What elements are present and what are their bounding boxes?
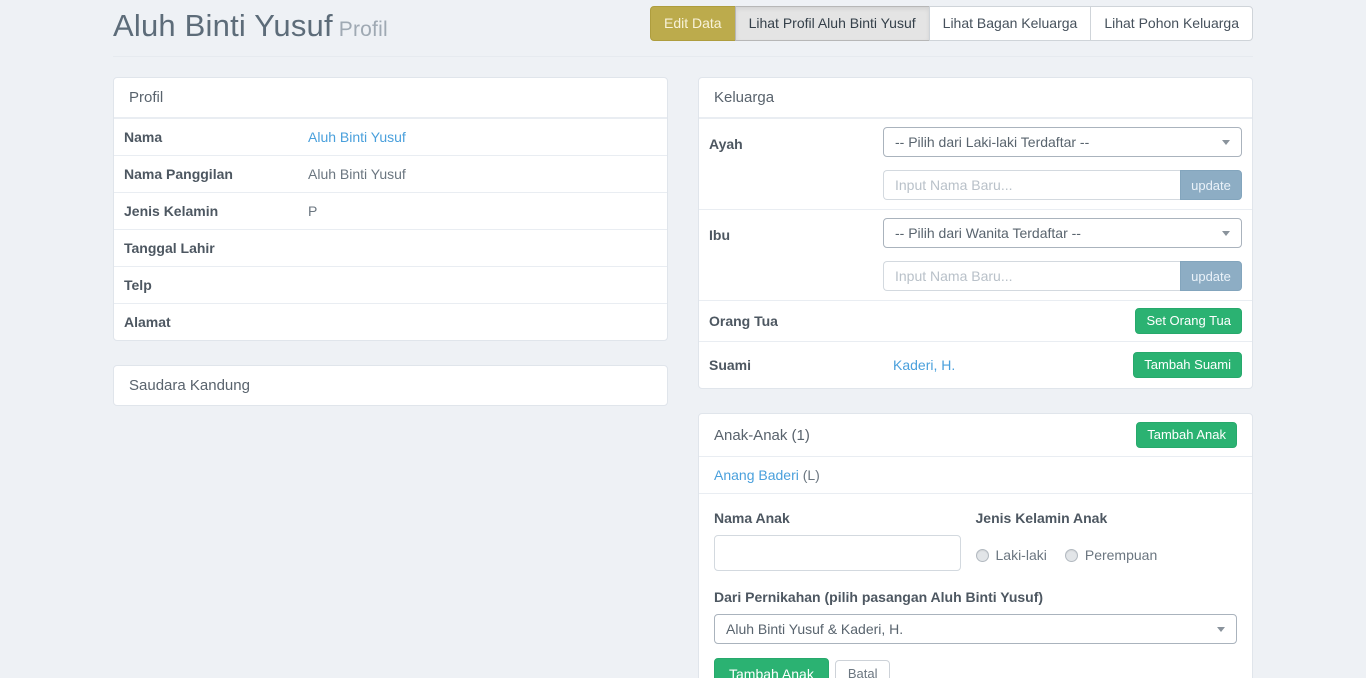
ayah-new-name-input[interactable] xyxy=(883,170,1180,200)
row-label: Nama xyxy=(114,119,298,155)
anak-form-top: Nama Anak Jenis Kelamin Anak Laki-laki P… xyxy=(714,510,1237,571)
suami-link[interactable]: Kaderi, H. xyxy=(893,357,955,373)
orang-tua-row: Orang Tua Set Orang Tua xyxy=(699,300,1252,341)
keluarga-panel: Keluarga Ayah -- Pilih dari Laki-laki Te… xyxy=(698,77,1253,389)
row-value xyxy=(298,304,667,340)
row-label: Orang Tua xyxy=(699,306,883,336)
anak-panel-title: Anak-Anak (1) xyxy=(714,427,810,444)
jenis-kelamin-field: Jenis Kelamin Anak Laki-laki Perempuan xyxy=(976,510,1238,571)
ibu-select[interactable]: -- Pilih dari Wanita Terdaftar -- xyxy=(883,218,1242,248)
page-title: Aluh Binti Yusuf Profil xyxy=(113,8,388,44)
radio-laki-laki-label: Laki-laki xyxy=(996,547,1047,563)
pernikahan-select[interactable]: Aluh Binti Yusuf & Kaderi, H. xyxy=(714,614,1237,644)
left-column: Profil Nama Aluh Binti Yusuf Nama Panggi… xyxy=(113,77,668,678)
child-link[interactable]: Anang Baderi xyxy=(714,467,799,483)
table-row: Jenis Kelamin P xyxy=(114,192,667,229)
row-label: Ayah xyxy=(699,119,883,209)
row-label: Tanggal Lahir xyxy=(114,230,298,266)
table-row: Telp xyxy=(114,266,667,303)
table-row: Nama Panggilan Aluh Binti Yusuf xyxy=(114,155,667,192)
row-value xyxy=(298,230,667,266)
tab-lihat-profil[interactable]: Lihat Profil Aluh Binti Yusuf xyxy=(735,6,930,41)
nama-anak-input[interactable] xyxy=(714,535,961,571)
anak-form: Nama Anak Jenis Kelamin Anak Laki-laki P… xyxy=(699,494,1252,678)
saudara-kandung-panel-title: Saudara Kandung xyxy=(114,366,667,405)
child-gender: (L) xyxy=(803,467,820,483)
row-label: Suami xyxy=(699,347,883,383)
table-row: Alamat xyxy=(114,303,667,340)
chevron-down-icon xyxy=(1222,231,1230,236)
jenis-kelamin-label: Jenis Kelamin Anak xyxy=(976,510,1238,526)
radio-perempuan-label: Perempuan xyxy=(1085,547,1157,563)
ayah-update-button[interactable]: update xyxy=(1180,170,1242,200)
row-label: Nama Panggilan xyxy=(114,156,298,192)
anak-form-actions: Tambah Anak Batal xyxy=(714,658,1237,678)
batal-button[interactable]: Batal xyxy=(835,660,891,678)
page-header: Aluh Binti Yusuf Profil Edit Data Lihat P… xyxy=(113,0,1253,57)
nama-anak-field: Nama Anak xyxy=(714,510,976,571)
gender-radios: Laki-laki Perempuan xyxy=(976,547,1238,563)
set-orang-tua-button[interactable]: Set Orang Tua xyxy=(1135,308,1242,334)
row-label: Ibu xyxy=(699,210,883,300)
tambah-suami-button[interactable]: Tambah Suami xyxy=(1133,352,1242,378)
ibu-input-group: update xyxy=(883,261,1242,291)
row-value: Kaderi, H. xyxy=(883,347,1123,383)
person-name: Aluh Binti Yusuf xyxy=(113,8,333,43)
view-tabs: Edit Data Lihat Profil Aluh Binti Yusuf … xyxy=(650,6,1253,41)
main-container: Aluh Binti Yusuf Profil Edit Data Lihat P… xyxy=(113,0,1253,678)
tab-edit-data[interactable]: Edit Data xyxy=(650,6,736,41)
radio-perempuan[interactable] xyxy=(1065,549,1078,562)
row-value: P xyxy=(298,193,667,229)
ibu-controls: -- Pilih dari Wanita Terdaftar -- update xyxy=(883,210,1252,300)
row-value: Aluh Binti Yusuf xyxy=(298,156,667,192)
right-column: Keluarga Ayah -- Pilih dari Laki-laki Te… xyxy=(698,77,1253,678)
row-label: Jenis Kelamin xyxy=(114,193,298,229)
anak-panel-heading: Anak-Anak (1) Tambah Anak xyxy=(699,414,1252,457)
profil-panel: Profil Nama Aluh Binti Yusuf Nama Panggi… xyxy=(113,77,668,341)
ibu-new-name-input[interactable] xyxy=(883,261,1180,291)
radio-laki-laki[interactable] xyxy=(976,549,989,562)
profil-panel-title: Profil xyxy=(114,78,667,118)
ayah-row: Ayah -- Pilih dari Laki-laki Terdaftar -… xyxy=(699,118,1252,209)
chevron-down-icon xyxy=(1222,140,1230,145)
suami-action: Tambah Suami xyxy=(1123,342,1252,388)
row-label: Telp xyxy=(114,267,298,303)
saudara-kandung-panel: Saudara Kandung xyxy=(113,365,668,406)
content-row: Profil Nama Aluh Binti Yusuf Nama Panggi… xyxy=(113,77,1253,678)
tab-lihat-bagan-keluarga[interactable]: Lihat Bagan Keluarga xyxy=(929,6,1092,41)
suami-row: Suami Kaderi, H. Tambah Suami xyxy=(699,341,1252,388)
pernikahan-select-value: Aluh Binti Yusuf & Kaderi, H. xyxy=(726,621,903,637)
ibu-row: Ibu -- Pilih dari Wanita Terdaftar -- up… xyxy=(699,209,1252,300)
tab-lihat-pohon-keluarga[interactable]: Lihat Pohon Keluarga xyxy=(1090,6,1253,41)
table-row: Nama Aluh Binti Yusuf xyxy=(114,118,667,155)
anak-panel: Anak-Anak (1) Tambah Anak Anang Baderi (… xyxy=(698,413,1253,678)
nama-link[interactable]: Aluh Binti Yusuf xyxy=(308,129,406,145)
tambah-anak-submit-button[interactable]: Tambah Anak xyxy=(714,658,829,678)
keluarga-panel-title: Keluarga xyxy=(699,78,1252,118)
ayah-controls: -- Pilih dari Laki-laki Terdaftar -- upd… xyxy=(883,119,1252,209)
orang-tua-action: Set Orang Tua xyxy=(1125,301,1252,341)
page-subtitle: Profil xyxy=(339,18,388,41)
nama-anak-label: Nama Anak xyxy=(714,510,976,526)
table-row: Tanggal Lahir xyxy=(114,229,667,266)
ibu-update-button[interactable]: update xyxy=(1180,261,1242,291)
tambah-anak-header-button[interactable]: Tambah Anak xyxy=(1136,422,1237,448)
row-label: Alamat xyxy=(114,304,298,340)
child-list-item: Anang Baderi (L) xyxy=(699,457,1252,494)
ayah-select[interactable]: -- Pilih dari Laki-laki Terdaftar -- xyxy=(883,127,1242,157)
ibu-select-value: -- Pilih dari Wanita Terdaftar -- xyxy=(895,225,1081,241)
pernikahan-label: Dari Pernikahan (pilih pasangan Aluh Bin… xyxy=(714,589,1237,605)
ayah-select-value: -- Pilih dari Laki-laki Terdaftar -- xyxy=(895,134,1089,150)
row-value xyxy=(298,267,667,303)
row-value: Aluh Binti Yusuf xyxy=(298,119,667,155)
chevron-down-icon xyxy=(1217,627,1225,632)
ayah-input-group: update xyxy=(883,170,1242,200)
